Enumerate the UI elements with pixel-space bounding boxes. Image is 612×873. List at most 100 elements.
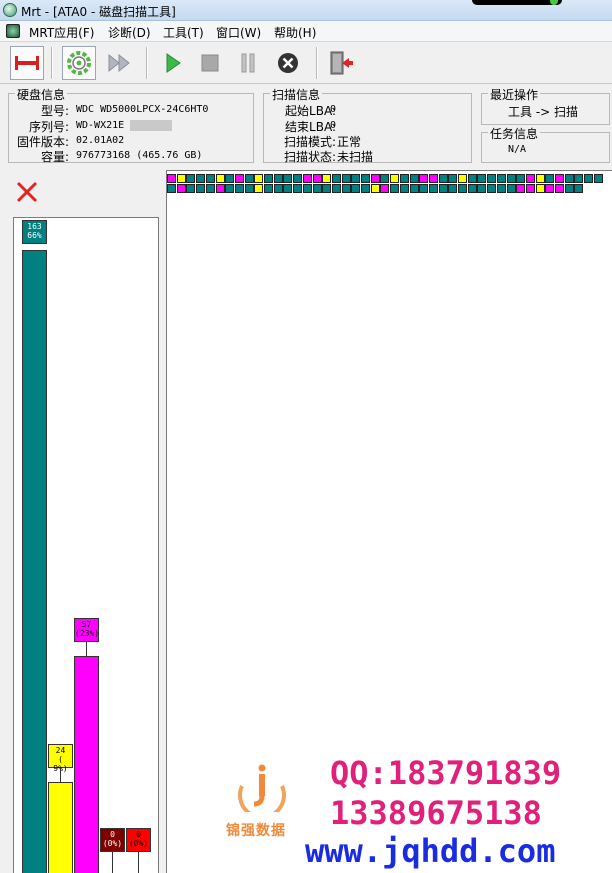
chart-stem-darkred: [112, 852, 113, 873]
clear-x-icon[interactable]: [15, 180, 39, 204]
block-cell: [419, 184, 429, 193]
block-cell: [448, 174, 458, 183]
block-cell: [196, 174, 206, 183]
chart-label-count: 24: [55, 746, 66, 755]
block-cell: [370, 184, 380, 193]
block-cell: [167, 184, 176, 193]
chart-label-count: 57: [81, 620, 92, 629]
block-cell: [322, 184, 332, 193]
block-cell: [467, 174, 477, 183]
brand-logo-icon: [238, 764, 286, 812]
menu-window[interactable]: 窗口(W): [216, 24, 261, 41]
title-bar: Mrt - [ATA0 - 磁盘扫描工具]: [0, 0, 612, 21]
recent-ops-value: 工具 -> 扫描: [508, 105, 579, 119]
start-lba-label: 起始LBA:: [285, 104, 336, 118]
block-cell: [254, 184, 264, 193]
app-icon: [3, 3, 17, 17]
window-title: Mrt - [ATA0 - 磁盘扫描工具]: [21, 5, 176, 19]
block-cell: [244, 184, 254, 193]
fast-forward-button[interactable]: [102, 46, 136, 80]
block-cell: [167, 174, 176, 183]
chart-stem-yellow: [60, 768, 61, 782]
block-cell: [176, 184, 186, 193]
block-cell: [264, 174, 273, 183]
block-cell: [448, 184, 458, 193]
stop-icon: [201, 54, 219, 72]
block-cell: [428, 174, 438, 183]
block-cell: [399, 184, 409, 193]
end-lba-value: 0: [330, 120, 337, 131]
block-cell: [438, 174, 448, 183]
block-cell: [273, 174, 283, 183]
block-cell: [283, 184, 293, 193]
recent-ops-legend: 最近操作: [488, 86, 541, 103]
block-cell: [525, 184, 535, 193]
cancel-icon: [278, 53, 298, 73]
menu-diagnose[interactable]: 诊断(D): [108, 24, 151, 41]
model-value: WDC WD5000LPCX-24C6HT0: [76, 104, 209, 115]
block-cell: [477, 184, 487, 193]
block-cell: [555, 184, 564, 193]
stop-button[interactable]: [193, 46, 227, 80]
block-cell: [380, 184, 390, 193]
settings-gear-icon: [67, 51, 91, 75]
chart-label-yellow: 24( 9%): [48, 744, 73, 773]
block-cell: [341, 184, 351, 193]
chart-stem-magenta: [86, 642, 87, 656]
model-label: 型号:: [40, 104, 69, 118]
exit-button[interactable]: [324, 46, 358, 80]
watermark-brand: 锦强数据: [226, 823, 286, 839]
block-cell: [302, 184, 312, 193]
watermark-phone: 13389675138: [330, 794, 542, 832]
scan-info-group: 扫描信息 起始LBA: 0 结束LBA: 0 扫描模式: 正常 扫描状态: 未扫…: [263, 86, 472, 164]
watermark-url: www.jqhdd.com: [305, 832, 556, 870]
block-cell: [428, 184, 438, 193]
block-cell: [225, 184, 235, 193]
block-cell: [331, 174, 341, 183]
chart-label-pct: (0%): [102, 839, 123, 848]
block-cell: [244, 174, 254, 183]
capacity-value: 976773168 (465.76 GB): [76, 150, 203, 161]
menu-help[interactable]: 帮助(H): [274, 24, 316, 41]
settings-button[interactable]: [62, 46, 96, 80]
block-cell: [409, 174, 419, 183]
close-icon[interactable]: [550, 0, 558, 5]
serial-redaction: [130, 120, 172, 131]
disk-info-group: 硬盘信息 型号: WDC WD5000LPCX-24C6HT0 序列号: WD-…: [8, 86, 254, 164]
cancel-button[interactable]: [271, 46, 305, 80]
menu-mrt-app[interactable]: MRT应用(F): [29, 24, 94, 41]
block-cell: [196, 184, 206, 193]
menu-bar: MRT应用(F) 诊断(D) 工具(T) 窗口(W) 帮助(H): [0, 21, 612, 42]
menu-tools[interactable]: 工具(T): [163, 24, 204, 41]
play-button[interactable]: [156, 46, 190, 80]
chart-bar-teal: [22, 250, 47, 873]
capacity-label: 容量:: [40, 150, 69, 164]
block-cell: [205, 174, 215, 183]
block-cell: [283, 174, 293, 183]
chart-label-pct: (23%): [75, 629, 100, 638]
range-button[interactable]: [10, 46, 44, 80]
block-cell: [535, 174, 545, 183]
chart-label-pct: 66%: [27, 231, 42, 240]
firmware-value: 02.01A02: [76, 135, 125, 146]
fast-forward-icon: [108, 53, 130, 73]
block-cell: [564, 184, 574, 193]
window-controls[interactable]: [472, 0, 562, 5]
block-cell: [215, 174, 225, 183]
block-cell: [205, 184, 215, 193]
block-cell: [390, 174, 400, 183]
scan-state-label: 扫描状态:: [283, 150, 336, 164]
play-icon: [166, 53, 181, 73]
block-cell: [467, 184, 477, 193]
block-cell: [293, 174, 303, 183]
block-cell: [234, 184, 244, 193]
chart-label-count: 163: [27, 222, 42, 231]
chart-label-pct: (0%): [128, 839, 149, 848]
block-cell: [496, 184, 506, 193]
block-cell: [264, 184, 273, 193]
mdi-system-icon[interactable]: [6, 24, 20, 38]
block-cell: [535, 184, 545, 193]
block-cell: [506, 174, 516, 183]
pause-button[interactable]: [231, 46, 265, 80]
block-cell: [458, 174, 467, 183]
